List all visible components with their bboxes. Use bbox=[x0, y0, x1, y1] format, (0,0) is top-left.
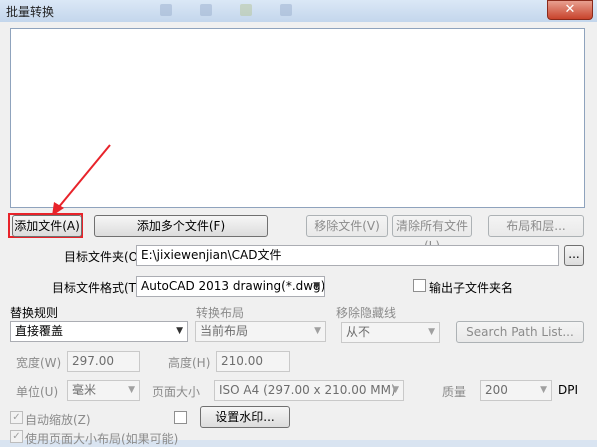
unit-value: 毫米 bbox=[72, 383, 97, 397]
toolbar-icon bbox=[200, 4, 212, 16]
add-multiple-files-button[interactable]: 添加多个文件(F) bbox=[94, 215, 268, 237]
unit-label: 单位(U) bbox=[16, 385, 59, 399]
browse-folder-button[interactable]: ... bbox=[564, 245, 584, 266]
convert-layout-label: 转换布局 bbox=[196, 306, 245, 320]
layouts-button[interactable]: 布局和层... bbox=[488, 215, 584, 237]
height-field[interactable]: 210.00 bbox=[216, 351, 290, 372]
clear-all-files-button[interactable]: 清除所有文件(L) bbox=[392, 215, 472, 253]
watermark-checkbox[interactable] bbox=[174, 411, 187, 424]
width-field[interactable]: 297.00 bbox=[67, 351, 140, 372]
chevron-down-icon: ▼ bbox=[428, 327, 435, 337]
chevron-down-icon: ▼ bbox=[176, 326, 183, 336]
replace-rule-select[interactable]: 直接覆盖 ▼ bbox=[10, 321, 188, 342]
convert-layout-value: 当前布局 bbox=[200, 324, 249, 338]
remove-hidden-lines-value: 从不 bbox=[346, 325, 371, 339]
quality-label: 质量 bbox=[442, 385, 467, 399]
height-label: 高度(H) bbox=[168, 356, 211, 370]
target-folder-field[interactable]: E:\jixiewenjian\CAD文件 bbox=[136, 245, 559, 266]
replace-rule-label: 替换规则 bbox=[10, 306, 59, 320]
auto-zoom-label: 自动缩放(Z) bbox=[25, 413, 91, 427]
target-format-select[interactable]: AutoCAD 2013 drawing(*.dwg) ▼ bbox=[136, 276, 325, 297]
quality-value: 200 bbox=[485, 383, 508, 397]
window-title: 批量转换 bbox=[6, 5, 55, 19]
convert-layout-select[interactable]: 当前布局 ▼ bbox=[195, 321, 326, 342]
add-file-button[interactable]: 添加文件(A) bbox=[12, 215, 82, 237]
set-watermark-button[interactable]: 设置水印... bbox=[200, 406, 290, 428]
quality-select[interactable]: 200 ▼ bbox=[480, 380, 552, 401]
width-label: 宽度(W) bbox=[16, 356, 62, 370]
remove-hidden-lines-label: 移除隐藏线 bbox=[336, 306, 397, 320]
chevron-down-icon: ▼ bbox=[540, 385, 547, 395]
output-subfolder-label: 输出子文件夹名 bbox=[429, 281, 514, 295]
toolbar-icon bbox=[240, 4, 252, 16]
replace-rule-value: 直接覆盖 bbox=[15, 324, 64, 338]
unit-select[interactable]: 毫米 ▼ bbox=[67, 380, 140, 401]
close-button[interactable]: ✕ bbox=[547, 0, 593, 20]
chevron-down-icon: ▼ bbox=[128, 385, 135, 395]
search-path-list-button[interactable]: Search Path List... bbox=[456, 321, 584, 343]
target-format-value: AutoCAD 2013 drawing(*.dwg) bbox=[141, 279, 325, 293]
chevron-down-icon: ▼ bbox=[314, 326, 321, 336]
target-format-label: 目标文件格式(T) bbox=[52, 281, 141, 295]
auto-zoom-checkbox[interactable]: ✓ bbox=[10, 411, 23, 424]
page-size-label: 页面大小 bbox=[152, 385, 201, 399]
toolbar-icon bbox=[160, 4, 172, 16]
use-page-layout-checkbox[interactable]: ✓ bbox=[10, 430, 23, 443]
chevron-down-icon: ▼ bbox=[313, 281, 320, 291]
use-page-layout-label: 使用页面大小布局(如果可能) bbox=[25, 432, 179, 446]
target-folder-label: 目标文件夹(O) bbox=[64, 250, 143, 264]
remove-hidden-lines-select[interactable]: 从不 ▼ bbox=[341, 322, 440, 343]
annotation-arrow bbox=[52, 144, 111, 216]
toolbar-icon bbox=[280, 4, 292, 16]
chevron-down-icon: ▼ bbox=[392, 385, 399, 395]
page-size-value: ISO A4 (297.00 x 210.00 MM) bbox=[219, 383, 396, 397]
title-bar: 批量转换 ✕ bbox=[0, 0, 597, 23]
remove-file-button[interactable]: 移除文件(V) bbox=[306, 215, 388, 237]
output-subfolder-checkbox[interactable] bbox=[413, 279, 426, 292]
quality-unit-label: DPI bbox=[558, 383, 579, 397]
page-size-select[interactable]: ISO A4 (297.00 x 210.00 MM) ▼ bbox=[214, 380, 404, 401]
